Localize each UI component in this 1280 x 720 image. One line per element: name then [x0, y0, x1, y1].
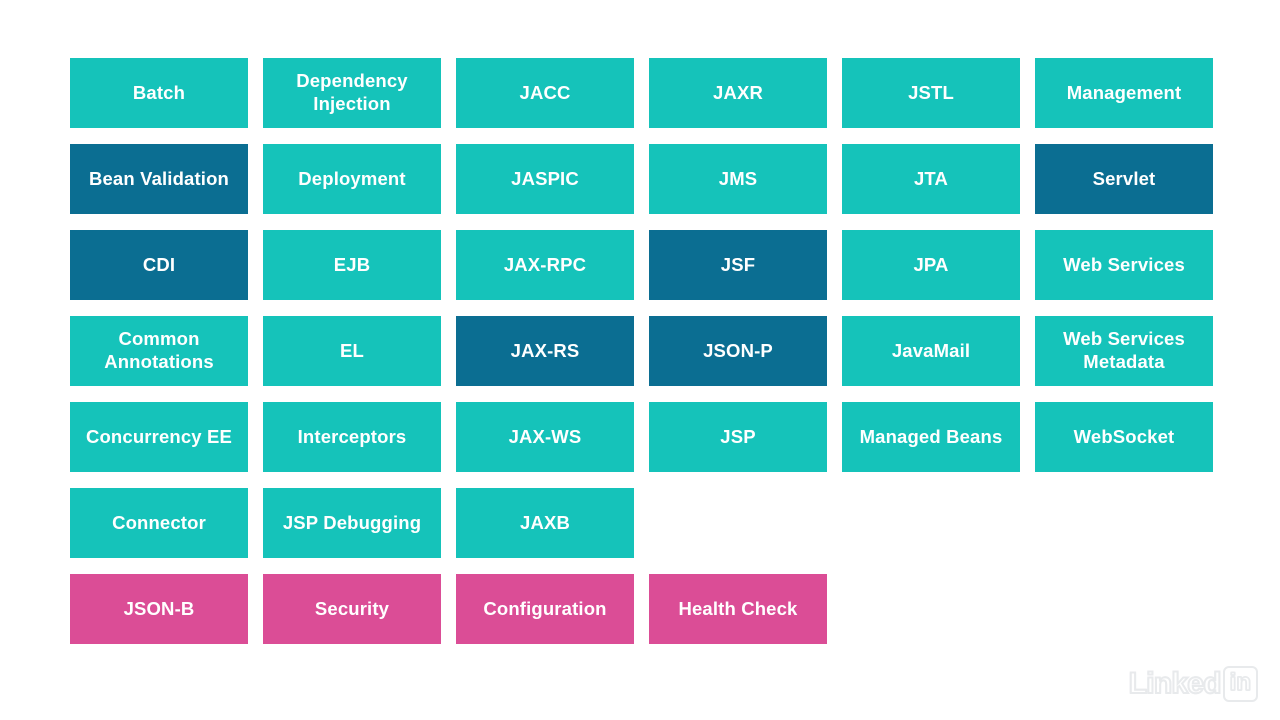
spec-tile-label: Deployment [298, 167, 406, 189]
spec-tile[interactable]: JSON-P [649, 316, 827, 386]
spec-tile-empty [1035, 488, 1213, 558]
spec-tile-grid: Batch Dependency Injection JACC JAXR JSTL Man… [70, 58, 1213, 644]
spec-tile[interactable]: Web Services [1035, 230, 1213, 300]
spec-tile-label: Servlet [1092, 167, 1156, 189]
spec-tile-label: JSP [720, 425, 756, 447]
spec-tile-empty [1035, 574, 1213, 644]
spec-tile[interactable]: JPA [842, 230, 1020, 300]
spec-tile-label: EL [340, 339, 364, 361]
spec-tile[interactable]: Concurrency EE [70, 402, 248, 472]
spec-tile[interactable]: Health Check [649, 574, 827, 644]
spec-tile[interactable]: CDI [70, 230, 248, 300]
spec-tile[interactable]: JSP [649, 402, 827, 472]
spec-tile-label: JSTL [908, 81, 954, 103]
spec-tile[interactable]: Deployment [263, 144, 441, 214]
spec-tile-label: EJB [333, 253, 371, 275]
spec-tile-label: JAX-RPC [503, 253, 587, 275]
spec-tile-label: JACC [519, 81, 571, 103]
spec-tile-label: Configuration [483, 597, 607, 619]
spec-tile-label: Health Check [678, 597, 798, 619]
spec-tile-label: JAX-RS [510, 339, 580, 361]
linkedin-in-badge-icon: in [1222, 666, 1258, 702]
spec-tile-label: Web Services [1063, 253, 1185, 275]
spec-tile[interactable]: JavaMail [842, 316, 1020, 386]
spec-tile-label: JMS [718, 167, 758, 189]
spec-tile-label: Concurrency EE [85, 425, 233, 447]
spec-tile[interactable]: JSF [649, 230, 827, 300]
spec-tile-empty [649, 488, 827, 558]
spec-tile-label: Bean Validation [88, 167, 229, 189]
spec-tile[interactable]: JMS [649, 144, 827, 214]
spec-tile-label: Common Annotations [104, 328, 214, 372]
slide-canvas: Batch Dependency Injection JACC JAXR JSTL Man… [0, 0, 1280, 720]
spec-tile-label: CDI [142, 253, 176, 275]
spec-tile-label: Interceptors [297, 425, 407, 447]
spec-tile[interactable]: Web Services Metadata [1035, 316, 1213, 386]
spec-tile[interactable]: Management [1035, 58, 1213, 128]
spec-tile-label: JASPIC [511, 167, 579, 189]
spec-tile[interactable]: Servlet [1035, 144, 1213, 214]
spec-tile[interactable]: JASPIC [456, 144, 634, 214]
spec-tile[interactable]: Interceptors [263, 402, 441, 472]
spec-tile[interactable]: EL [263, 316, 441, 386]
spec-tile[interactable]: Managed Beans [842, 402, 1020, 472]
spec-tile[interactable]: Connector [70, 488, 248, 558]
spec-tile-label: JAXB [520, 511, 570, 533]
spec-tile[interactable]: Bean Validation [70, 144, 248, 214]
linkedin-wordmark: Linked [1128, 667, 1223, 700]
spec-tile-label: WebSocket [1073, 425, 1175, 447]
spec-tile-label: JSON-B [123, 597, 195, 619]
spec-tile[interactable]: JTA [842, 144, 1020, 214]
spec-tile[interactable]: WebSocket [1035, 402, 1213, 472]
spec-tile[interactable]: JSON-B [70, 574, 248, 644]
spec-tile[interactable]: Dependency Injection [263, 58, 441, 128]
spec-tile[interactable]: JACC [456, 58, 634, 128]
spec-tile-label: JSF [720, 253, 756, 275]
spec-tile-label: JPA [913, 253, 949, 275]
spec-tile-label: Managed Beans [859, 425, 1003, 447]
spec-tile-label: Web Services Metadata [1063, 328, 1185, 372]
spec-tile[interactable]: EJB [263, 230, 441, 300]
spec-tile[interactable]: JAX-RPC [456, 230, 634, 300]
spec-tile-label: JavaMail [891, 339, 971, 361]
linkedin-watermark: Linked in [1128, 666, 1258, 702]
spec-tile-label: JAXR [713, 81, 763, 103]
spec-tile-label: Security [314, 597, 390, 619]
spec-tile-label: JTA [913, 167, 949, 189]
spec-tile-label: Management [1066, 81, 1182, 103]
spec-tile-empty [842, 574, 1020, 644]
spec-tile-label: Dependency Injection [296, 70, 408, 114]
spec-tile[interactable]: JAXR [649, 58, 827, 128]
spec-tile-label: JSP Debugging [282, 511, 422, 533]
spec-tile[interactable]: JAX-RS [456, 316, 634, 386]
spec-tile-label: JSON-P [703, 339, 773, 361]
spec-tile-label: Batch [132, 81, 186, 103]
spec-tile-label: Connector [112, 511, 206, 533]
spec-tile-empty [842, 488, 1020, 558]
spec-tile[interactable]: JAX-WS [456, 402, 634, 472]
spec-tile[interactable]: Batch [70, 58, 248, 128]
spec-tile[interactable]: Security [263, 574, 441, 644]
spec-tile[interactable]: Common Annotations [70, 316, 248, 386]
spec-tile[interactable]: JAXB [456, 488, 634, 558]
spec-tile[interactable]: JSTL [842, 58, 1020, 128]
spec-tile-label: JAX-WS [508, 425, 582, 447]
spec-tile[interactable]: Configuration [456, 574, 634, 644]
spec-tile[interactable]: JSP Debugging [263, 488, 441, 558]
